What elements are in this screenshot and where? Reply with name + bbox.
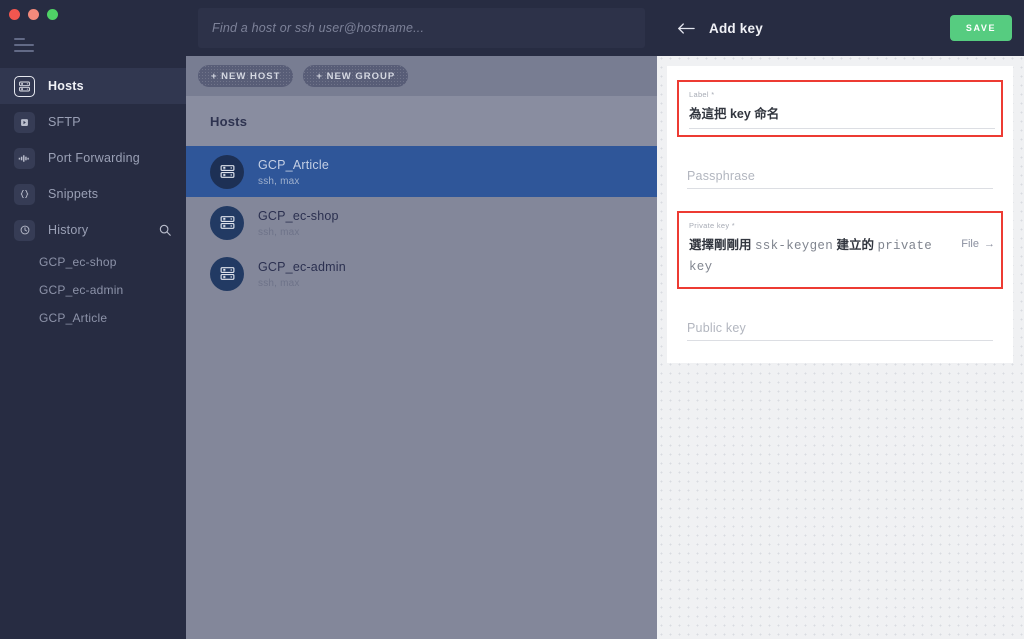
file-label: File [961, 238, 979, 251]
table-row[interactable]: GCP_ec-shop ssh, max [186, 197, 657, 248]
sidebar-nav: Hosts SFTP Port Forwarding Snippets Hist… [0, 68, 186, 332]
sidebar-item-label: History [48, 223, 89, 237]
label-field-caption: Label * [689, 90, 715, 99]
sidebar-item-sftp[interactable]: SFTP [0, 104, 186, 140]
private-key-text-mid: 建立的 [833, 238, 878, 253]
sidebar: Hosts SFTP Port Forwarding Snippets Hist… [0, 0, 186, 639]
hamburger-line [14, 38, 25, 40]
private-key-row: 選擇剛剛用 ssk-keygen 建立的 private key File → [689, 236, 995, 281]
sidebar-item-snippets[interactable]: Snippets [0, 176, 186, 212]
back-arrow-icon[interactable] [677, 22, 695, 35]
clock-icon [14, 219, 35, 241]
private-key-field-caption: Private key * [689, 221, 735, 231]
search-bar: Find a host or ssh user@hostname... [186, 0, 657, 56]
server-rack-icon [210, 256, 244, 291]
host-subtitle: ssh, max [258, 176, 300, 187]
add-key-form-card: Label * 為這把 key 命名 Passphrase Private ke… [667, 66, 1013, 364]
hosts-column: Find a host or ssh user@hostname... + NE… [186, 0, 657, 639]
braces-icon [14, 183, 35, 205]
hosts-toolbar: + NEW HOST + NEW GROUP [186, 56, 657, 96]
server-rack-icon [210, 154, 244, 189]
private-key-field-group[interactable]: Private key * 選擇剛剛用 ssk-keygen 建立的 priva… [677, 211, 1003, 290]
search-icon[interactable] [158, 223, 172, 237]
passphrase-input-placeholder[interactable]: Passphrase [687, 169, 993, 188]
private-key-text-command: ssk-keygen [754, 239, 833, 254]
label-input[interactable]: 為這把 key 命名 [689, 105, 995, 128]
table-row[interactable]: GCP_Article ssh, max [186, 146, 657, 197]
hosts-list: GCP_Article ssh, max GCP_ec-shop ssh, ma… [186, 146, 657, 299]
sidebar-item-hosts[interactable]: Hosts [0, 68, 186, 104]
file-transfer-icon [14, 111, 35, 133]
host-name: GCP_ec-admin [258, 260, 346, 274]
sidebar-item-history[interactable]: History [0, 212, 186, 248]
port-forwarding-icon [14, 147, 35, 169]
private-key-input[interactable]: 選擇剛剛用 ssk-keygen 建立的 private key [689, 236, 961, 281]
field-underline [687, 340, 993, 342]
arrow-right-icon: → [984, 238, 995, 251]
sidebar-item-label: Port Forwarding [48, 151, 140, 165]
hamburger-line [14, 44, 34, 46]
host-text: GCP_Article ssh, max [258, 156, 329, 187]
sidebar-item-label: Hosts [48, 79, 84, 93]
host-subtitle: ssh, max [258, 278, 300, 289]
public-key-field-group[interactable]: Public key [683, 313, 997, 342]
sidebar-item-label: Snippets [48, 187, 99, 201]
hosts-section-title: Hosts [186, 96, 657, 146]
server-rack-icon [210, 205, 244, 240]
field-underline [689, 128, 995, 130]
sidebar-item-label: SFTP [48, 115, 81, 129]
search-input[interactable]: Find a host or ssh user@hostname... [198, 8, 645, 48]
app-window: Hosts SFTP Port Forwarding Snippets Hist… [0, 0, 1024, 639]
search-placeholder: Find a host or ssh user@hostname... [212, 21, 425, 35]
host-name: GCP_ec-shop [258, 209, 339, 223]
field-underline [687, 188, 993, 190]
public-key-input-placeholder[interactable]: Public key [687, 321, 993, 340]
new-group-button[interactable]: + NEW GROUP [303, 65, 409, 87]
private-key-text-prefix: 選擇剛剛用 [689, 238, 755, 253]
host-text: GCP_ec-admin ssh, max [258, 258, 346, 289]
zoom-window-button[interactable] [47, 8, 58, 20]
table-row[interactable]: GCP_ec-admin ssh, max [186, 248, 657, 299]
choose-file-button[interactable]: File → [961, 236, 995, 250]
label-field-group[interactable]: Label * 為這把 key 命名 [677, 80, 1003, 138]
window-controls [0, 0, 186, 22]
minimize-window-button[interactable] [28, 8, 39, 20]
history-item[interactable]: GCP_ec-admin [0, 276, 186, 304]
panel-header: Add key SAVE [657, 0, 1024, 56]
save-button[interactable]: SAVE [950, 15, 1012, 41]
sidebar-item-port-forwarding[interactable]: Port Forwarding [0, 140, 186, 176]
new-host-button[interactable]: + NEW HOST [198, 65, 294, 87]
passphrase-field-group[interactable]: Passphrase [683, 161, 997, 190]
history-item[interactable]: GCP_ec-shop [0, 248, 186, 276]
history-item[interactable]: GCP_Article [0, 304, 186, 332]
host-text: GCP_ec-shop ssh, max [258, 207, 339, 238]
page-title: Add key [709, 20, 763, 36]
server-rack-icon [14, 75, 35, 97]
host-subtitle: ssh, max [258, 227, 300, 238]
hamburger-icon[interactable] [14, 38, 34, 52]
host-name: GCP_Article [258, 158, 329, 172]
close-window-button[interactable] [9, 8, 20, 20]
add-key-panel: Add key SAVE Label * 為這把 key 命名 Passphra… [657, 0, 1024, 639]
hamburger-line [14, 50, 34, 52]
